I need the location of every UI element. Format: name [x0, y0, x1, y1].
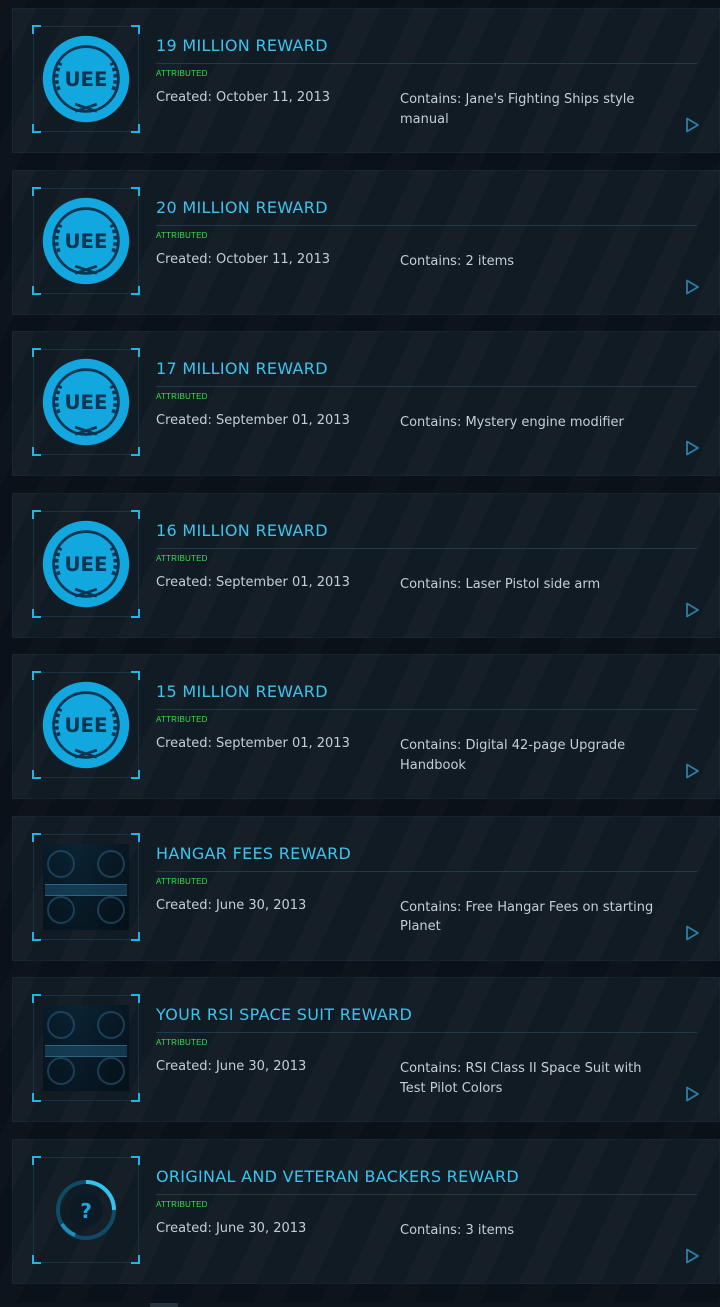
created-date: Created: June 30, 2013 [156, 1220, 307, 1236]
mystery-icon: ? [56, 1179, 116, 1240]
reward-card[interactable]: HANGAR FEES REWARD ATTRIBUTED Created: J… [12, 815, 720, 961]
reward-card[interactable]: ? ORIGINAL AND VETERAN BACKERS REWARD AT… [12, 1138, 720, 1284]
uee-emblem-icon: UEE [42, 358, 130, 446]
reward-card[interactable]: UEE 19 MILLION REWARD ATTRIBUTED Created… [12, 8, 720, 153]
reward-thumbnail[interactable]: UEE [32, 348, 140, 456]
status-badge: ATTRIBUTED [156, 1199, 208, 1209]
uee-emblem-icon: UEE [42, 520, 130, 607]
title-divider [156, 224, 697, 226]
expand-arrow-icon[interactable] [684, 925, 700, 941]
title-divider [156, 386, 697, 387]
created-date: Created: October 11, 2013 [156, 90, 331, 105]
contains-text: Contains: Mystery engine modifier [400, 415, 624, 430]
title-divider [156, 547, 697, 549]
reward-card[interactable]: UEE 15 MILLION REWARD ATTRIBUTED Created… [12, 654, 720, 799]
svg-text:UEE: UEE [64, 553, 107, 576]
status-badge: ATTRIBUTED [156, 553, 208, 563]
title-divider [156, 870, 697, 872]
reward-card[interactable]: UEE 16 MILLION REWARD ATTRIBUTED Created… [12, 492, 720, 638]
hangar-image [43, 843, 129, 930]
contains-text: Contains: Jane's Fighting Ships style ma… [400, 92, 635, 127]
svg-text:UEE: UEE [64, 68, 107, 91]
expand-arrow-icon[interactable] [684, 763, 700, 779]
title-divider [156, 63, 697, 64]
reward-title[interactable]: HANGAR FEES REWARD [156, 844, 351, 863]
contains-text: Contains: 3 items [400, 1222, 515, 1238]
status-badge: ATTRIBUTED [156, 69, 208, 78]
title-divider [156, 709, 697, 710]
expand-arrow-icon[interactable] [684, 602, 700, 618]
scrollbar-thumb[interactable] [150, 1303, 178, 1307]
reward-thumbnail[interactable]: UEE [32, 186, 140, 295]
status-badge: ATTRIBUTED [156, 715, 208, 724]
created-date: Created: September 01, 2013 [156, 574, 350, 590]
uee-emblem-icon: UEE [42, 681, 130, 769]
created-date: Created: June 30, 2013 [156, 1059, 307, 1074]
status-badge: ATTRIBUTED [156, 1038, 208, 1047]
svg-text:UEE: UEE [64, 714, 107, 737]
reward-card[interactable]: UEE 17 MILLION REWARD ATTRIBUTED Created… [12, 331, 720, 476]
expand-arrow-icon[interactable] [684, 1248, 700, 1264]
reward-list: UEE 19 MILLION REWARD ATTRIBUTED Created… [12, 8, 720, 1300]
reward-title[interactable]: 15 MILLION REWARD [156, 682, 328, 701]
status-badge: ATTRIBUTED [156, 392, 208, 401]
reward-title[interactable]: 20 MILLION REWARD [156, 198, 328, 217]
uee-emblem-icon: UEE [42, 197, 130, 284]
uee-emblem-icon: UEE [42, 35, 130, 123]
status-badge: ATTRIBUTED [156, 230, 208, 240]
reward-card[interactable]: UEE 20 MILLION REWARD ATTRIBUTED Created… [12, 169, 720, 315]
created-date: Created: October 11, 2013 [156, 251, 331, 267]
created-date: Created: September 01, 2013 [156, 736, 350, 751]
svg-text:UEE: UEE [64, 230, 107, 253]
status-badge: ATTRIBUTED [156, 876, 208, 886]
horizontal-scrollbar[interactable] [0, 1303, 720, 1307]
created-date: Created: June 30, 2013 [156, 897, 307, 913]
reward-thumbnail[interactable] [32, 832, 140, 941]
reward-title[interactable]: ORIGINAL AND VETERAN BACKERS REWARD [156, 1167, 519, 1186]
reward-title[interactable]: YOUR RSI SPACE SUIT REWARD [156, 1005, 412, 1024]
reward-title[interactable]: 17 MILLION REWARD [156, 359, 328, 378]
contains-text: Contains: 2 items [400, 253, 515, 269]
expand-arrow-icon[interactable] [684, 117, 700, 133]
reward-thumbnail[interactable]: ? [32, 1155, 140, 1264]
hangar-image [43, 1005, 129, 1091]
title-divider [156, 1193, 697, 1195]
title-divider [156, 1032, 697, 1033]
contains-text: Contains: Digital 42-page Upgrade Handbo… [400, 738, 626, 773]
reward-title[interactable]: 16 MILLION REWARD [156, 521, 328, 540]
reward-thumbnail[interactable] [32, 994, 140, 1102]
reward-thumbnail[interactable]: UEE [32, 671, 140, 779]
svg-text:?: ? [80, 1199, 92, 1223]
contains-text: Contains: Free Hangar Fees on starting P… [400, 899, 654, 935]
contains-text: Contains: Laser Pistol side arm [400, 576, 601, 592]
contains-text: Contains: RSI Class II Space Suit with T… [400, 1061, 642, 1096]
created-date: Created: September 01, 2013 [156, 413, 350, 428]
expand-arrow-icon[interactable] [684, 440, 700, 456]
reward-thumbnail[interactable]: UEE [32, 509, 140, 618]
expand-arrow-icon[interactable] [684, 1086, 700, 1102]
svg-text:UEE: UEE [64, 391, 107, 414]
expand-arrow-icon[interactable] [684, 279, 700, 295]
reward-card[interactable]: YOUR RSI SPACE SUIT REWARD ATTRIBUTED Cr… [12, 977, 720, 1122]
reward-thumbnail[interactable]: UEE [32, 25, 140, 133]
reward-title[interactable]: 19 MILLION REWARD [156, 36, 328, 55]
